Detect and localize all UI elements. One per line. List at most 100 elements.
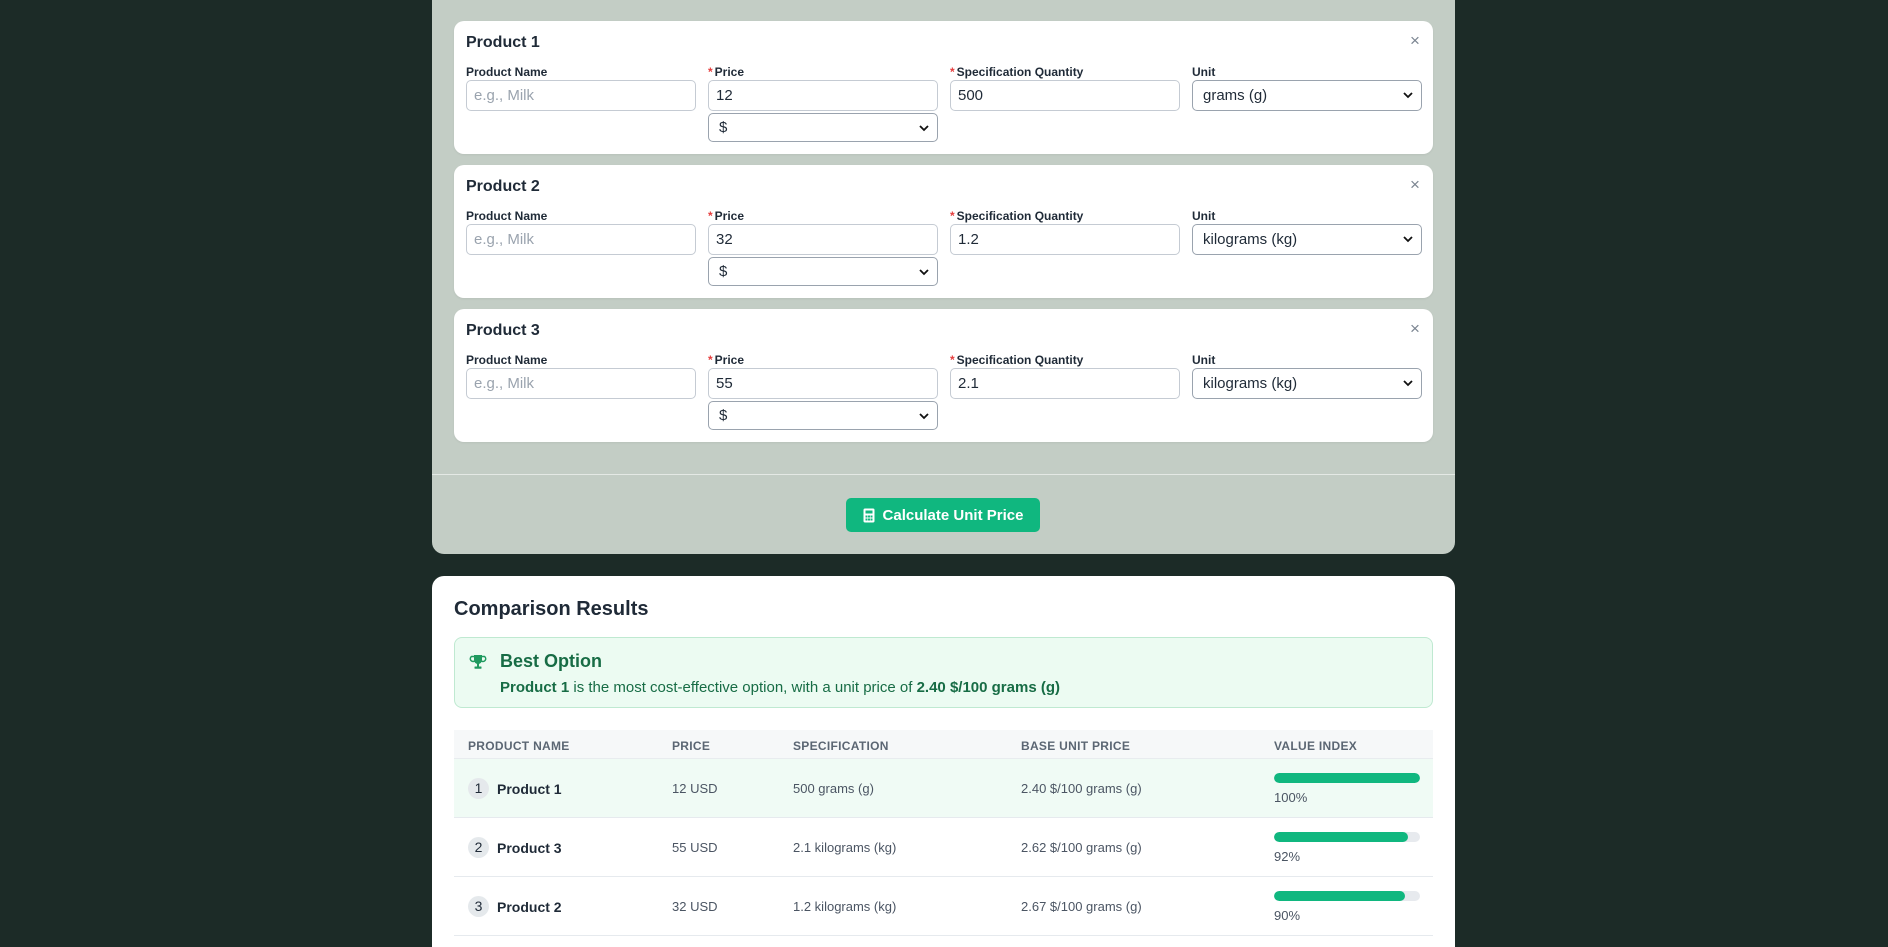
currency-select[interactable]: $ xyxy=(708,257,938,286)
product-card-title: Product 3 xyxy=(466,322,540,339)
value-index-bar xyxy=(1274,773,1420,783)
rank-badge: 3 xyxy=(468,896,489,917)
spec-quantity-label: * Specification Quantity xyxy=(950,208,1180,224)
currency-field: $ xyxy=(708,257,938,286)
spec-quantity-field: * Specification Quantity xyxy=(950,352,1180,399)
price-label: * Price xyxy=(708,64,938,80)
comparison-results-panel: Comparison Results Best Option Product 1… xyxy=(432,576,1455,947)
currency-select-value: $ xyxy=(719,119,728,136)
product-name-field: Product Name xyxy=(466,352,696,399)
product-name-label: Product Name xyxy=(466,65,548,79)
product-form-panel: Product 1 × Product Name *Price *Specifi… xyxy=(432,0,1455,554)
spec-quantity-label-text: Specification Quantity xyxy=(956,65,1084,79)
currency-select[interactable]: $ xyxy=(708,401,938,430)
required-mark: * xyxy=(950,353,955,367)
product-card-1: Product 1 × Product Name *Price *Specifi… xyxy=(454,21,1433,154)
product-name-field: Product Name xyxy=(466,208,696,255)
currency-select-value: $ xyxy=(719,407,728,424)
row-specification: 2.1 kilograms (kg) xyxy=(793,840,897,855)
product-name-field: Product Name xyxy=(466,64,696,111)
row-unit-price: 2.62 $/100 grams (g) xyxy=(1021,840,1142,855)
spec-quantity-input[interactable] xyxy=(950,224,1180,255)
table-row: 1 Product 1 12 USD 500 grams (g) 2.40 $/… xyxy=(454,759,1433,818)
rank-badge: 2 xyxy=(468,837,489,858)
chevron-down-icon xyxy=(1403,236,1413,243)
product-card-3: Product 3 × Product Name *Price *Specifi… xyxy=(454,309,1433,442)
calculate-button-label: Calculate Unit Price xyxy=(882,506,1024,524)
value-index-bar xyxy=(1274,832,1420,842)
best-option-banner: Best Option Product 1 is the most cost-e… xyxy=(454,637,1433,708)
remove-product-close-icon[interactable]: × xyxy=(1407,176,1423,193)
unit-select-value: kilograms (kg) xyxy=(1203,375,1298,392)
remove-product-close-icon[interactable]: × xyxy=(1407,320,1423,337)
required-mark: * xyxy=(950,209,955,223)
price-input[interactable] xyxy=(708,368,938,399)
product-name-input[interactable] xyxy=(466,368,696,399)
unit-label: Unit xyxy=(1192,209,1216,223)
required-mark: * xyxy=(708,353,713,367)
row-price: 12 USD xyxy=(672,781,718,796)
price-field: * Price xyxy=(708,208,938,255)
currency-field: $ xyxy=(708,401,938,430)
chevron-down-icon xyxy=(919,269,929,276)
column-header-product-name: PRODUCT NAME xyxy=(468,739,570,753)
spec-quantity-input[interactable] xyxy=(950,368,1180,399)
best-option-description: Product 1 is the most cost-effective opt… xyxy=(500,679,1060,696)
row-price: 55 USD xyxy=(672,840,718,855)
column-header-base-unit-price: BASE UNIT PRICE xyxy=(1021,739,1131,753)
product-name-input[interactable] xyxy=(466,224,696,255)
row-product-name: Product 1 xyxy=(497,781,562,797)
remove-product-close-icon[interactable]: × xyxy=(1407,32,1423,49)
unit-select[interactable]: kilograms (kg) xyxy=(1192,368,1422,399)
chevron-down-icon xyxy=(1403,92,1413,99)
currency-field: $ xyxy=(708,113,938,142)
spec-quantity-field: * Specification Quantity xyxy=(950,208,1180,255)
spec-quantity-input[interactable] xyxy=(950,80,1180,111)
column-header-value-index: VALUE INDEX xyxy=(1274,739,1358,753)
unit-field: Unit kilograms (kg) xyxy=(1192,208,1422,255)
unit-label: Unit xyxy=(1192,65,1216,79)
price-label-text: Price xyxy=(714,353,745,367)
product-card-title: Product 1 xyxy=(466,34,540,51)
value-index-bar-fill xyxy=(1274,832,1409,842)
price-field: * Price xyxy=(708,64,938,111)
spec-quantity-field: * Specification Quantity xyxy=(950,64,1180,111)
unit-label: Unit xyxy=(1192,353,1216,367)
spec-quantity-label-text: Specification Quantity xyxy=(956,353,1084,367)
table-row: 2 Product 3 55 USD 2.1 kilograms (kg) 2.… xyxy=(454,818,1433,877)
product-card-title: Product 2 xyxy=(466,178,540,195)
row-specification: 1.2 kilograms (kg) xyxy=(793,899,897,914)
product-card-2: Product 2 × Product Name *Price *Specifi… xyxy=(454,165,1433,298)
value-index-percent: 100% xyxy=(1274,790,1308,805)
unit-select[interactable]: grams (g) xyxy=(1192,80,1422,111)
form-divider xyxy=(432,474,1455,475)
price-label-text: Price xyxy=(714,209,745,223)
unit-select[interactable]: kilograms (kg) xyxy=(1192,224,1422,255)
price-label-text: Price xyxy=(714,65,745,79)
spec-quantity-label: * Specification Quantity xyxy=(950,64,1180,80)
price-input[interactable] xyxy=(708,80,938,111)
price-label: * Price xyxy=(708,352,938,368)
comparison-table: PRODUCT NAME PRICE SPECIFICATION BASE UN… xyxy=(454,730,1433,936)
row-unit-price: 2.40 $/100 grams (g) xyxy=(1021,781,1142,796)
row-product-name: Product 2 xyxy=(497,899,562,915)
best-option-text: is the most cost-effective option, with … xyxy=(569,679,917,696)
calculate-unit-price-button[interactable]: Calculate Unit Price xyxy=(846,498,1040,532)
product-name-input[interactable] xyxy=(466,80,696,111)
currency-select-value: $ xyxy=(719,263,728,280)
row-specification: 500 grams (g) xyxy=(793,781,874,796)
spec-quantity-label: * Specification Quantity xyxy=(950,352,1180,368)
trophy-icon xyxy=(469,655,487,669)
rank-badge: 1 xyxy=(468,778,489,799)
price-label: * Price xyxy=(708,208,938,224)
best-option-title: Best Option xyxy=(500,651,602,671)
currency-select[interactable]: $ xyxy=(708,113,938,142)
unit-field: Unit kilograms (kg) xyxy=(1192,352,1422,399)
best-product-name: Product 1 xyxy=(500,679,570,696)
value-index-bar xyxy=(1274,891,1420,901)
chevron-down-icon xyxy=(919,125,929,132)
price-input[interactable] xyxy=(708,224,938,255)
best-unit-price: 2.40 $/100 grams (g) xyxy=(916,679,1060,696)
row-product-name: Product 3 xyxy=(497,840,562,856)
product-name-label: Product Name xyxy=(466,209,548,223)
